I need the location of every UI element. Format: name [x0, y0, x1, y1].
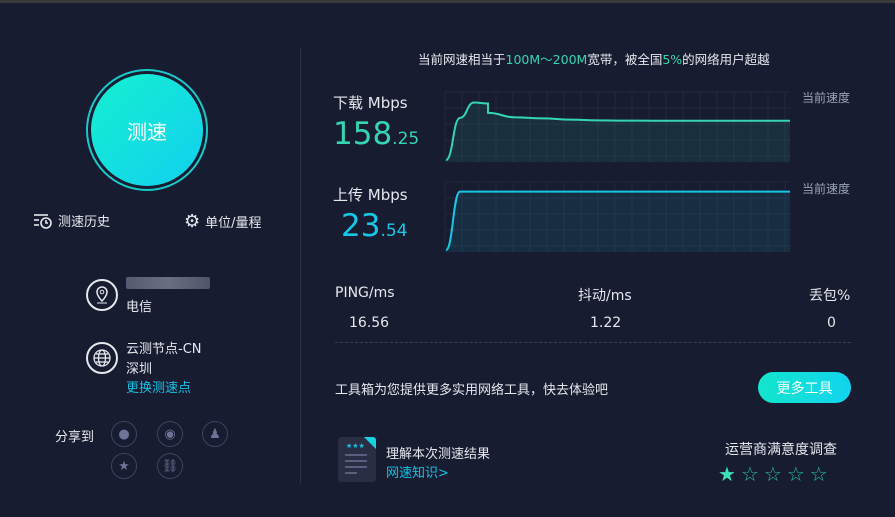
start-test-button[interactable]: 测速	[86, 69, 208, 191]
change-node-link[interactable]: 更换测速点	[126, 377, 191, 396]
star-icon[interactable]: ☆	[787, 462, 805, 486]
speed-area	[446, 102, 790, 162]
report-icon: ★★★	[338, 437, 376, 482]
node-city: 深圳	[126, 362, 153, 377]
packet-loss-value: 0	[827, 315, 836, 331]
tools-promo-text: 工具箱为您提供更多实用网络工具，快去体验吧	[335, 383, 609, 398]
isp-name: 电信	[126, 300, 153, 315]
history-button[interactable]: 测速历史	[33, 211, 110, 230]
download-label: 下载 Mbps	[333, 94, 408, 112]
ip-address-redacted	[126, 277, 210, 289]
knowledge-title: 理解本次测速结果	[386, 447, 491, 462]
location-icon	[86, 279, 118, 311]
rating-stars: ★ ☆ ☆ ☆ ☆	[718, 462, 828, 486]
speed-area	[446, 191, 790, 252]
globe-icon	[86, 342, 118, 374]
ping-value: 16.56	[349, 315, 390, 331]
node-name: 云测节点-CN	[126, 342, 202, 357]
units-button[interactable]: ⚙ 单位/量程	[184, 211, 262, 232]
star-icon[interactable]: ☆	[810, 462, 828, 486]
weibo-share-icon[interactable]: ◉	[157, 421, 183, 447]
star-icon[interactable]: ★	[718, 462, 736, 486]
history-icon	[34, 213, 52, 229]
upload-speed: 23.54	[341, 208, 408, 244]
wechat-share-icon[interactable]: ●	[111, 421, 137, 447]
packet-loss-label: 丢包%	[809, 288, 851, 304]
jitter-value: 1.22	[590, 315, 622, 331]
download-current-label: 当前速度	[802, 91, 851, 105]
survey-title: 运营商满意度调查	[725, 442, 837, 458]
download-speed: 158.25	[333, 116, 420, 152]
knowledge-link[interactable]: 网速知识>	[386, 462, 449, 481]
jitter-label: 抖动/ms	[578, 288, 632, 304]
star-icon[interactable]: ☆	[741, 462, 759, 486]
favorite-share-icon[interactable]: ★	[111, 453, 137, 479]
window-top-strip	[0, 0, 895, 3]
qq-share-icon[interactable]: ♟	[202, 421, 228, 447]
download-chart	[444, 91, 790, 162]
more-tools-button[interactable]: 更多工具	[758, 372, 851, 403]
ping-label: PING/ms	[335, 285, 395, 301]
speed-summary: 当前网速相当于100M～200M宽带，被全国5%的网络用户超越	[418, 52, 770, 67]
star-icon[interactable]: ☆	[764, 462, 782, 486]
upload-label: 上传 Mbps	[333, 186, 408, 204]
gear-icon: ⚙	[184, 211, 201, 232]
upload-current-label: 当前速度	[802, 182, 851, 196]
separator	[335, 342, 851, 343]
link-share-icon[interactable]: ⛓	[157, 453, 183, 479]
panel-divider	[300, 48, 301, 484]
upload-chart	[444, 181, 790, 252]
share-label: 分享到	[55, 430, 95, 445]
